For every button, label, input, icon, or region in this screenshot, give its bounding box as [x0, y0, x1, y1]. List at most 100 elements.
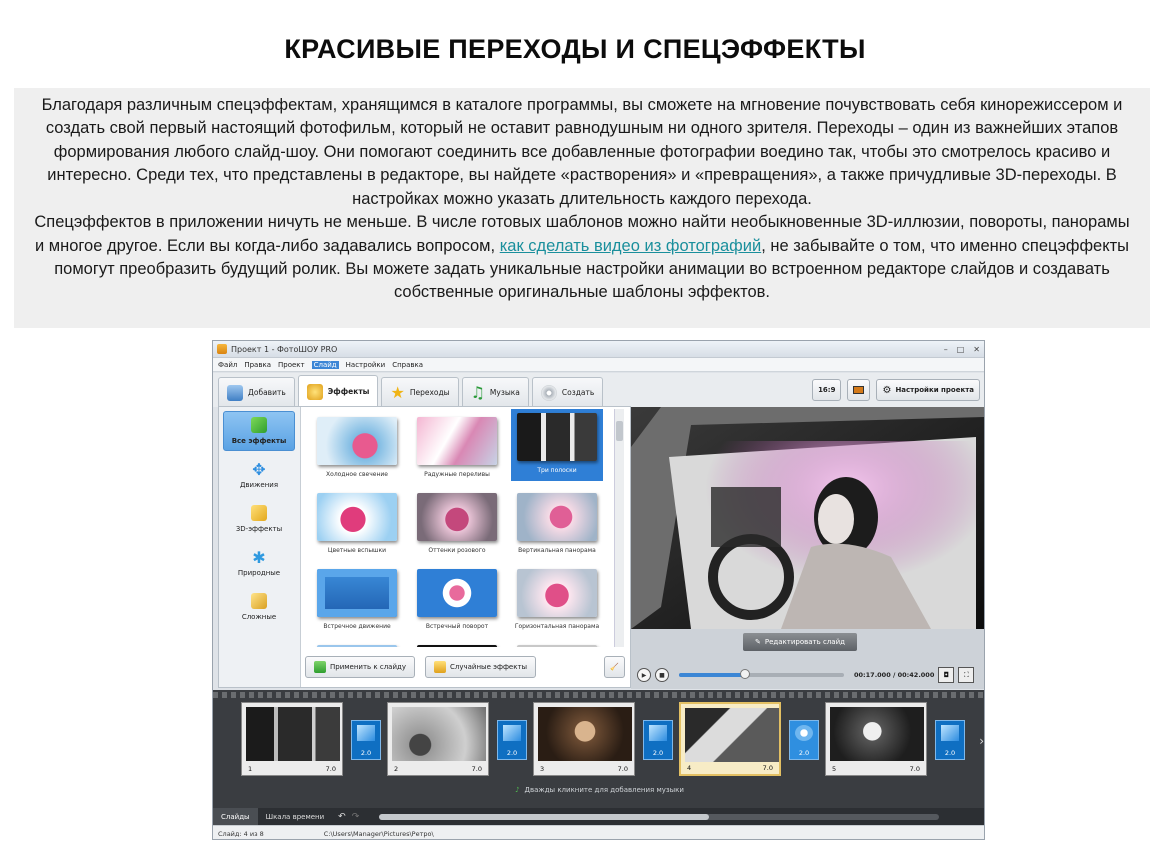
tab-add[interactable]: Добавить — [218, 377, 295, 407]
category-nature[interactable]: ✱ Природные — [223, 543, 295, 583]
gear-icon: ⚙ — [882, 384, 892, 396]
effects-icon — [306, 383, 323, 400]
slide-thumbnail[interactable]: 2 7.0 — [387, 702, 489, 776]
star-icon: ★ — [390, 383, 405, 402]
effect-item[interactable]: Встречное движение — [311, 565, 403, 637]
effect-item[interactable]: Цветные вспышки — [311, 489, 403, 561]
apply-to-slide-button[interactable]: Применить к слайду — [305, 656, 415, 678]
slide-number: 5 — [832, 765, 837, 773]
slide-thumbnail-selected[interactable]: 4 7.0 — [679, 702, 781, 776]
transition-thumbnail[interactable]: 2.0 — [497, 720, 527, 760]
slide-number: 3 — [540, 765, 545, 773]
app-window: Проект 1 - ФотоШОУ PRO – □ ✕ Файл Правка… — [212, 340, 985, 840]
tab-music-label: Музыка — [489, 388, 520, 397]
transition-thumbnail[interactable]: 2.0 — [351, 720, 381, 760]
category-3d-label: 3D-эффекты — [235, 525, 283, 533]
effect-item[interactable]: Три полоски — [511, 409, 603, 481]
scrollbar-thumb[interactable] — [616, 421, 623, 441]
effect-thumbnail — [317, 569, 397, 617]
snapshot-button[interactable]: ◘ — [938, 667, 955, 683]
tab-effects[interactable]: Эффекты — [297, 375, 379, 407]
effect-thumbnail — [517, 569, 597, 617]
tab-music[interactable]: ♫ Музыка — [461, 377, 529, 407]
scroll-right-icon[interactable]: › — [979, 734, 984, 748]
effect-item[interactable]: Холодное свечение — [311, 413, 403, 485]
slide-image — [685, 708, 779, 762]
category-motion[interactable]: ✥ Движения — [223, 455, 295, 495]
effects-scrollbar[interactable] — [614, 409, 624, 647]
project-settings-label: Настройки проекта — [895, 386, 974, 394]
window-controls: – □ ✕ — [944, 345, 980, 354]
puzzle-icon — [251, 417, 267, 433]
category-complex-label: Сложные — [241, 613, 277, 621]
slide-thumbnail[interactable]: 3 7.0 — [533, 702, 635, 776]
transition-duration: 2.0 — [652, 749, 664, 757]
window-title: Проект 1 - ФотоШОУ PRO — [231, 344, 338, 354]
effect-item[interactable]: Радужные переливы — [411, 413, 503, 485]
effect-thumbnail — [317, 417, 397, 465]
filmstrip-scrollbar[interactable] — [379, 813, 940, 820]
menu-settings[interactable]: Настройки — [346, 361, 386, 369]
tab-create[interactable]: Создать — [531, 377, 604, 407]
slide-image — [392, 707, 486, 761]
menu-file[interactable]: Файл — [218, 361, 237, 369]
maximize-icon[interactable]: □ — [957, 345, 965, 354]
filmstrip-scroll-thumb[interactable] — [379, 813, 710, 820]
effect-thumbnail — [517, 645, 597, 647]
tab-transitions[interactable]: ★ Переходы — [381, 377, 459, 407]
slide-thumbnail[interactable]: 1 7.0 — [241, 702, 343, 776]
aspect-ratio-button[interactable]: 16:9 — [812, 379, 842, 401]
category-complex[interactable]: Сложные — [223, 587, 295, 627]
timeline-slider[interactable] — [679, 669, 844, 679]
effect-item-partial[interactable] — [311, 641, 403, 647]
article-text: Благодаря различным спецэффектам, хранящ… — [14, 88, 1150, 328]
stop-button[interactable]: ■ — [655, 668, 669, 682]
effect-label: Цветные вспышки — [327, 547, 387, 554]
category-motion-label: Движения — [239, 481, 279, 489]
video-from-photos-link[interactable]: как сделать видео из фотографий — [500, 237, 761, 255]
category-all[interactable]: Все эффекты — [223, 411, 295, 451]
menu-edit[interactable]: Правка — [244, 361, 271, 369]
effect-item[interactable]: Встречный поворот — [411, 565, 503, 637]
transition-thumbnail[interactable]: 2.0 — [789, 720, 819, 760]
effect-item-partial[interactable] — [411, 641, 503, 647]
music-track-hint[interactable]: ♪ Дважды кликните для добавления музыки — [213, 786, 984, 794]
category-3d[interactable]: 3D-эффекты — [223, 499, 295, 539]
tab-timeline[interactable]: Шкала времени — [258, 808, 333, 825]
menu-project[interactable]: Проект — [278, 361, 305, 369]
preview-screen — [631, 407, 984, 629]
clear-effects-button[interactable]: 🧹 — [604, 656, 625, 678]
edit-slide-button[interactable]: ✎ Редактировать слайд — [743, 633, 857, 651]
redo-icon[interactable]: ↷ — [352, 812, 360, 822]
menu-help[interactable]: Справка — [392, 361, 423, 369]
timeline-knob[interactable] — [740, 669, 750, 679]
menu-slide[interactable]: Слайд — [311, 360, 339, 369]
project-settings-button[interactable]: ⚙ Настройки проекта — [876, 379, 980, 401]
slide-thumbnail[interactable]: 5 7.0 — [825, 702, 927, 776]
fullscreen-button[interactable]: ⛶ — [958, 667, 975, 683]
music-hint-label: Дважды кликните для добавления музыки — [524, 786, 684, 794]
undo-icon[interactable]: ↶ — [338, 812, 346, 822]
transition-thumbnail[interactable]: 2.0 — [935, 720, 965, 760]
music-note-icon: ♫ — [470, 383, 485, 402]
slide-duration: 7.0 — [762, 764, 773, 772]
minimize-icon[interactable]: – — [944, 345, 948, 354]
slide-image — [538, 707, 632, 761]
effect-item[interactable]: Оттенки розового — [411, 489, 503, 561]
transition-icon — [649, 725, 667, 741]
play-button[interactable]: ▶ — [637, 668, 651, 682]
tab-add-label: Добавить — [248, 388, 286, 397]
effect-item-partial[interactable] — [511, 641, 603, 647]
film-sprockets — [213, 692, 984, 698]
transition-thumbnail[interactable]: 2.0 — [643, 720, 673, 760]
random-effects-button[interactable]: Случайные эффекты — [425, 656, 537, 678]
play-icon: ▶ — [641, 671, 647, 679]
folder-path: C:\Users\Manager\Pictures\Ретро\ — [323, 829, 434, 838]
effect-item[interactable]: Горизонтальная панорама — [511, 565, 603, 637]
transition-icon — [941, 725, 959, 741]
tab-slides[interactable]: Слайды — [213, 808, 258, 825]
close-icon[interactable]: ✕ — [973, 345, 980, 354]
fullscreen-preview-button[interactable] — [847, 379, 871, 401]
slide-image — [830, 707, 924, 761]
effect-item[interactable]: Вертикальная панорама — [511, 489, 603, 561]
